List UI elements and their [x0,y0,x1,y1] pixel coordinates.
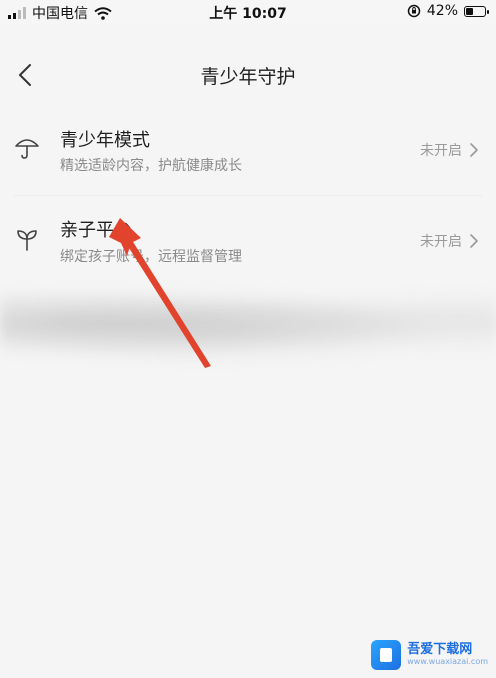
watermark-text: 吾爱下载网 www.wuaxiazai.com [407,643,488,667]
list-item-teen-mode[interactable]: 青少年模式 精选适龄内容，护航健康成长 未开启 [0,104,496,196]
status-right: 42% [407,3,489,19]
parent-platform-subtitle: 绑定孩子账号，远程监督管理 [60,249,242,265]
teen-mode-status: 未开启 [420,143,462,159]
parent-platform-title: 亲子平台 [60,220,132,241]
orientation-lock-icon [407,4,421,18]
watermark-name: 吾爱下载网 [407,642,473,657]
page-title: 青少年守护 [200,66,296,88]
chevron-right-icon [470,143,478,157]
blurred-list-item [0,292,496,362]
teen-mode-title: 青少年模式 [60,130,150,151]
watermark: 吾爱下载网 www.wuaxiazai.com [371,640,488,670]
battery-percent: 42% [426,3,458,19]
watermark-logo-icon [371,640,402,670]
sprout-icon [17,230,37,251]
nav-bar: 青少年守护 [0,24,496,104]
list-item-parent-platform[interactable]: 亲子平台 绑定孩子账号，远程监督管理 未开启 [0,196,496,288]
teen-mode-subtitle: 精选适龄内容，护航健康成长 [60,158,242,174]
umbrella-icon [15,139,39,159]
status-bar: 中国电信 上午 10:07 42% [0,0,496,24]
watermark-url: www.wuaxiazai.com [407,657,488,666]
chevron-right-icon [470,234,478,248]
battery-icon [464,5,489,17]
battery-fill [466,7,473,15]
parent-platform-status: 未开启 [420,234,462,250]
